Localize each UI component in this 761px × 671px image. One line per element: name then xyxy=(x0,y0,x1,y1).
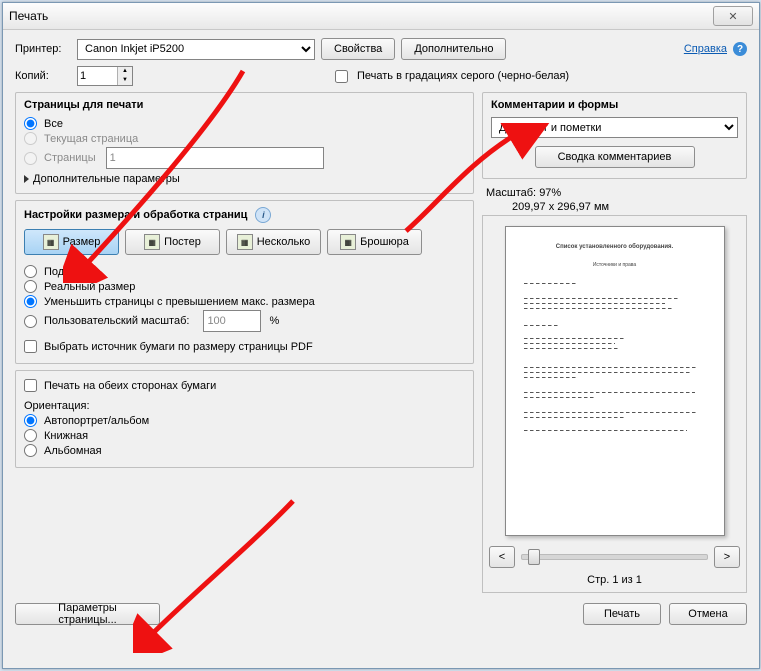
print-button[interactable]: Печать xyxy=(583,603,661,625)
poster-icon: ▦ xyxy=(144,234,160,250)
copies-value: 1 xyxy=(80,70,86,82)
copies-label: Копий: xyxy=(15,70,71,82)
comments-group: Комментарии и формы Документ и пометки С… xyxy=(482,92,747,179)
tab-poster[interactable]: ▦Постер xyxy=(125,229,220,255)
help-link[interactable]: Справка xyxy=(684,43,727,55)
scale-label: Масштаб: xyxy=(486,187,536,199)
orientation-label: Ориентация: xyxy=(24,400,465,412)
slider-thumb[interactable] xyxy=(528,549,540,565)
pages-all-radio[interactable] xyxy=(24,117,37,130)
page-counter: Стр. 1 из 1 xyxy=(489,574,740,586)
pages-range-input xyxy=(106,147,324,169)
triangle-icon xyxy=(24,175,29,183)
page-preview: Список установленного оборудования. Исто… xyxy=(505,226,725,536)
orient-auto-label: Автопортрет/альбом xyxy=(44,415,149,427)
printer-label: Принтер: xyxy=(15,43,71,55)
spinner-arrows[interactable]: ▲▼ xyxy=(117,67,132,85)
more-options[interactable]: Дополнительные параметры xyxy=(24,173,465,185)
actual-label: Реальный размер xyxy=(44,281,135,293)
pct-label: % xyxy=(269,315,279,327)
scale-value: 97% xyxy=(539,187,561,199)
pages-all-label: Все xyxy=(44,118,63,130)
preview-area: Список установленного оборудования. Исто… xyxy=(482,215,747,593)
help-icon[interactable]: ? xyxy=(733,42,747,56)
tab-multiple[interactable]: ▦Несколько xyxy=(226,229,321,255)
custom-scale-input xyxy=(203,310,261,332)
orient-landscape-label: Альбомная xyxy=(44,445,102,457)
copies-spinner[interactable]: 1 ▲▼ xyxy=(77,66,133,86)
shrink-radio[interactable] xyxy=(24,295,37,308)
print-dialog: Печать ✕ Принтер: Canon Inkjet iP5200 Св… xyxy=(2,2,760,669)
cancel-button[interactable]: Отмена xyxy=(669,603,747,625)
tab-size[interactable]: ▦Размер xyxy=(24,229,119,255)
info-icon[interactable]: i xyxy=(255,207,271,223)
page-setup-button[interactable]: Параметры страницы... xyxy=(15,603,160,625)
page-dims: 209,97 x 296,97 мм xyxy=(512,201,747,213)
page-slider[interactable] xyxy=(521,554,708,560)
sizing-title: Настройки размера и обработка страниц xyxy=(24,209,247,221)
paper-source-label: Выбрать источник бумаги по размеру стран… xyxy=(44,341,313,353)
next-page-button[interactable]: > xyxy=(714,546,740,568)
fit-label: Подогнать xyxy=(44,266,97,278)
close-button[interactable]: ✕ xyxy=(713,6,753,26)
tab-booklet[interactable]: ▦Брошюра xyxy=(327,229,422,255)
prev-page-button[interactable]: < xyxy=(489,546,515,568)
properties-button[interactable]: Свойства xyxy=(321,38,395,60)
orient-landscape-radio[interactable] xyxy=(24,444,37,457)
custom-radio[interactable] xyxy=(24,315,37,328)
both-sides-checkbox[interactable] xyxy=(24,379,37,392)
shrink-label: Уменьшить страницы с превышением макс. р… xyxy=(44,296,315,308)
custom-label: Пользовательский масштаб: xyxy=(44,315,189,327)
preview-doc-sub: Источники и права xyxy=(524,262,706,270)
multiple-icon: ▦ xyxy=(237,234,253,250)
pages-title: Страницы для печати xyxy=(24,99,465,111)
comments-select[interactable]: Документ и пометки xyxy=(491,117,738,138)
pages-range-radio xyxy=(24,152,37,165)
booklet-icon: ▦ xyxy=(340,234,356,250)
size-icon: ▦ xyxy=(43,234,59,250)
pages-current-label: Текущая страница xyxy=(44,133,138,145)
pages-current-radio xyxy=(24,132,37,145)
grayscale-checkbox[interactable] xyxy=(335,70,348,83)
titlebar: Печать ✕ xyxy=(3,3,759,30)
window-title: Печать xyxy=(9,9,48,23)
pages-range-label: Страницы xyxy=(44,152,96,164)
fit-radio[interactable] xyxy=(24,265,37,278)
summary-button[interactable]: Сводка комментариев xyxy=(535,146,695,168)
orient-portrait-label: Книжная xyxy=(44,430,88,442)
preview-doc-title: Список установленного оборудования. xyxy=(524,243,706,252)
pages-group: Страницы для печати Все Текущая страница… xyxy=(15,92,474,194)
sizing-group: Настройки размера и обработка страниц i … xyxy=(15,200,474,364)
printer-select[interactable]: Canon Inkjet iP5200 xyxy=(77,39,315,60)
grayscale-label: Печать в градациях серого (черно-белая) xyxy=(357,70,569,82)
duplex-group: Печать на обеих сторонах бумаги Ориентац… xyxy=(15,370,474,468)
both-sides-label: Печать на обеих сторонах бумаги xyxy=(44,380,216,392)
advanced-button[interactable]: Дополнительно xyxy=(401,38,506,60)
orient-portrait-radio[interactable] xyxy=(24,429,37,442)
comments-title: Комментарии и формы xyxy=(491,99,738,111)
more-options-label: Дополнительные параметры xyxy=(33,173,180,185)
paper-source-checkbox[interactable] xyxy=(24,340,37,353)
actual-radio[interactable] xyxy=(24,280,37,293)
orient-auto-radio[interactable] xyxy=(24,414,37,427)
